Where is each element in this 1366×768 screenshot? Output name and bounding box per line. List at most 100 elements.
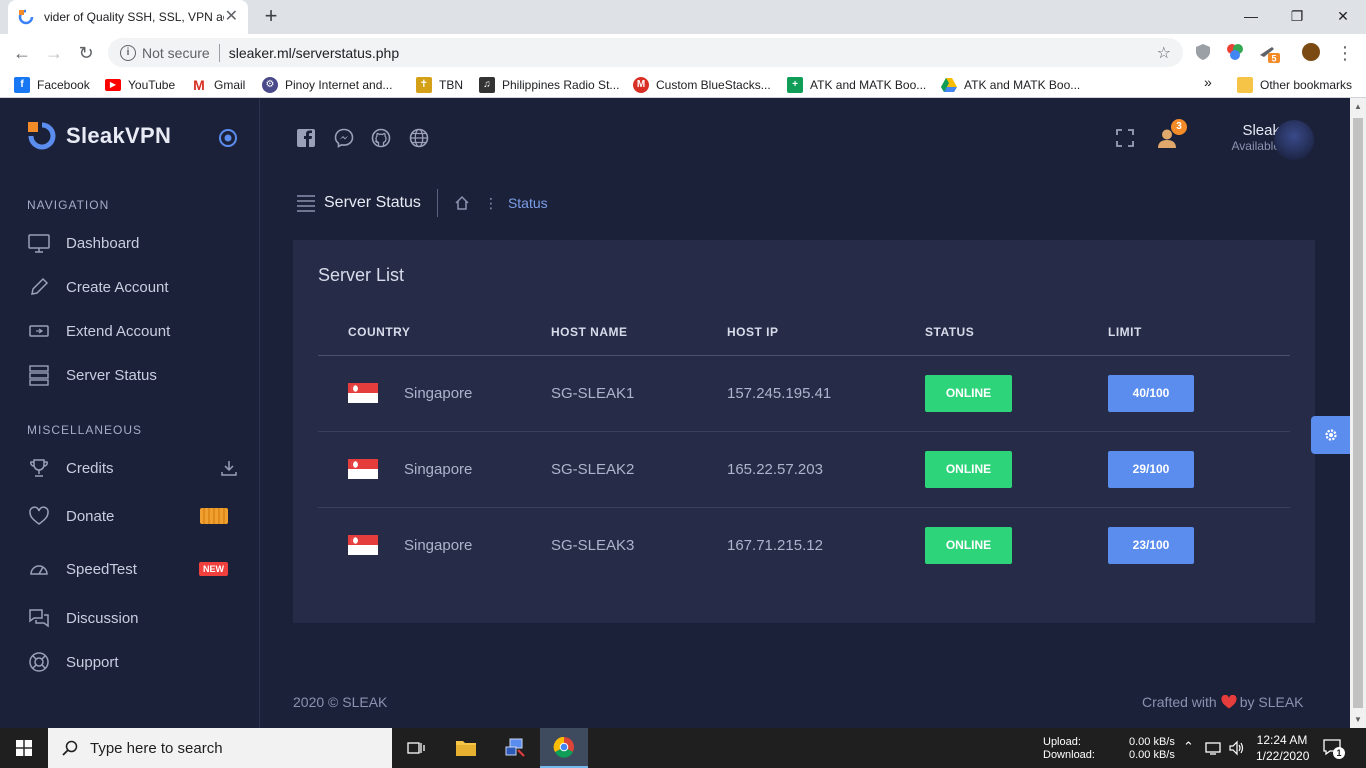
close-window-button[interactable]: ✕: [1320, 2, 1366, 30]
messenger-icon[interactable]: [334, 128, 354, 148]
home-icon[interactable]: [454, 195, 470, 211]
upload-label: Upload:: [1043, 736, 1081, 748]
bookmark-gmail[interactable]: M Gmail: [191, 76, 245, 94]
action-center-button[interactable]: 1: [1322, 738, 1346, 760]
breadcrumb-dots-icon: ⋮: [483, 194, 498, 211]
gmail-icon: M: [191, 77, 207, 93]
browser-tabstrip: vider of Quality SSH, SSL, VPN ac ✕ + — …: [0, 0, 1366, 34]
sidebar-item-discussion[interactable]: Discussion: [28, 603, 238, 633]
task-view-icon: [407, 742, 425, 754]
host-name-cell: SG-SLEAK3: [551, 536, 635, 554]
site-favicon-icon: [18, 9, 34, 25]
user-name: Sleak: [1242, 122, 1280, 139]
sidebar-item-label: Server Status: [66, 366, 157, 384]
new-tab-button[interactable]: +: [259, 5, 283, 29]
shield-extension-icon[interactable]: [1194, 43, 1212, 61]
sidebar-item-label: Support: [66, 653, 119, 671]
sidebar-item-speedtest[interactable]: SpeedTest NEW: [28, 554, 238, 584]
minimize-button[interactable]: —: [1228, 2, 1274, 30]
pencil-icon: [31, 277, 49, 295]
top-bar: 3 Sleak Available: [260, 98, 1350, 176]
brand[interactable]: SleakVPN: [28, 122, 171, 150]
bookmarks-bar: f Facebook ▶ YouTube M Gmail ⚙ Pinoy Interne…: [0, 71, 1366, 98]
chrome-icon: [553, 736, 574, 758]
column-header-status: STATUS: [925, 310, 1108, 356]
footer-by-text[interactable]: by SLEAK: [1240, 694, 1304, 710]
clock-date[interactable]: 1/22/2020: [1256, 749, 1309, 763]
menu-lines-icon[interactable]: [296, 194, 316, 212]
colorful-extension-icon[interactable]: [1226, 43, 1244, 61]
sidebar-item-create-account[interactable]: Create Account: [28, 272, 238, 302]
singapore-flag-icon: [348, 535, 378, 556]
sidebar-item-donate[interactable]: Donate: [28, 501, 238, 531]
sidebar-toggle-icon[interactable]: [218, 128, 238, 148]
file-explorer-button[interactable]: [442, 728, 490, 768]
new-badge: NEW: [199, 562, 228, 576]
bookmark-sheets[interactable]: + ATK and MATK Boo...: [787, 76, 926, 94]
other-bookmarks[interactable]: Other bookmarks: [1237, 76, 1352, 94]
country-cell: Singapore: [348, 535, 551, 556]
settings-button[interactable]: [1311, 416, 1350, 454]
bookmark-radio[interactable]: ♫ Philippines Radio St...: [479, 76, 619, 94]
breadcrumb-current[interactable]: Status: [508, 195, 548, 211]
sidebar-item-label: Donate: [66, 507, 115, 525]
sidebar-item-server-status[interactable]: Server Status: [28, 360, 238, 390]
network-icon[interactable]: [1204, 740, 1222, 756]
chrome-taskbar-button[interactable]: [540, 728, 588, 768]
restore-button[interactable]: ❐: [1274, 2, 1320, 30]
bookmark-pinoy[interactable]: ⚙ Pinoy Internet and...: [262, 76, 392, 94]
avatar[interactable]: [1274, 120, 1314, 160]
taskbar-search-input[interactable]: Type here to search: [48, 728, 392, 768]
search-placeholder: Type here to search: [90, 739, 223, 757]
notifications-button[interactable]: 3: [1156, 119, 1187, 150]
task-view-button[interactable]: [392, 728, 440, 768]
user-info[interactable]: Sleak Available: [1232, 122, 1280, 153]
limit-badge: 23/100: [1108, 526, 1194, 564]
bookmark-bluestacks[interactable]: M Custom BlueStacks...: [633, 76, 771, 94]
scroll-up-icon[interactable]: ▲: [1354, 102, 1362, 111]
windows-taskbar: Type here to search Upload: Download: 0.…: [0, 728, 1366, 768]
forward-button[interactable]: →: [43, 42, 65, 64]
back-button[interactable]: ←: [11, 42, 33, 64]
plane-extension-icon[interactable]: 5: [1258, 43, 1280, 63]
profile-avatar[interactable]: [1302, 43, 1320, 61]
reload-button[interactable]: ↻: [75, 42, 97, 64]
scrollbar-thumb[interactable]: [1353, 118, 1363, 708]
show-hidden-icons-icon[interactable]: ⌃: [1183, 739, 1194, 755]
sidebar-item-support[interactable]: Support: [28, 647, 238, 677]
server-table: COUNTRY HOST NAME HOST IP STATUS LIMIT S…: [318, 310, 1290, 583]
page-scrollbar[interactable]: ▲ ▼: [1350, 98, 1366, 728]
scroll-down-icon[interactable]: ▼: [1354, 715, 1362, 724]
card-title: Server List: [318, 265, 405, 285]
clock-time[interactable]: 12:24 AM: [1256, 733, 1308, 747]
globe-icon[interactable]: [409, 128, 429, 148]
bookmark-facebook[interactable]: f Facebook: [14, 76, 90, 94]
page-title: Server Status: [324, 194, 421, 211]
start-button[interactable]: [0, 728, 48, 768]
network-app-button[interactable]: [491, 728, 539, 768]
more-bookmarks-button[interactable]: »: [1204, 74, 1212, 92]
sidebar-item-label: SpeedTest: [66, 560, 137, 578]
bookmark-drive[interactable]: ATK and MATK Boo...: [941, 76, 1080, 94]
bookmark-tbn[interactable]: ✝ TBN: [416, 76, 463, 94]
url-text[interactable]: sleaker.ml/serverstatus.php: [229, 45, 399, 61]
menu-kebab-icon[interactable]: ⋮: [1334, 42, 1356, 64]
tab-close-icon[interactable]: ✕: [225, 9, 238, 25]
sidebar-item-extend-account[interactable]: Extend Account: [28, 316, 238, 346]
sidebar-item-credits[interactable]: Credits: [28, 453, 238, 483]
volume-icon[interactable]: [1228, 740, 1246, 756]
fullscreen-icon[interactable]: [1115, 128, 1135, 148]
facebook-icon[interactable]: [296, 128, 316, 148]
country-name: Singapore: [404, 384, 473, 402]
sidebar-item-dashboard[interactable]: Dashboard: [28, 228, 238, 258]
bookmark-youtube[interactable]: ▶ YouTube: [105, 76, 175, 94]
bookmark-star-icon[interactable]: ☆: [1157, 43, 1171, 63]
github-icon[interactable]: [371, 128, 391, 148]
info-icon[interactable]: i: [120, 44, 136, 61]
brand-logo-icon: [28, 122, 56, 150]
browser-tab[interactable]: vider of Quality SSH, SSL, VPN ac ✕: [8, 0, 248, 34]
address-bar[interactable]: i Not secure sleaker.ml/serverstatus.php…: [108, 38, 1183, 67]
status-badge: ONLINE: [925, 450, 1012, 488]
sidebar-item-label: Extend Account: [66, 322, 171, 340]
donate-badge-icon: [200, 508, 228, 524]
